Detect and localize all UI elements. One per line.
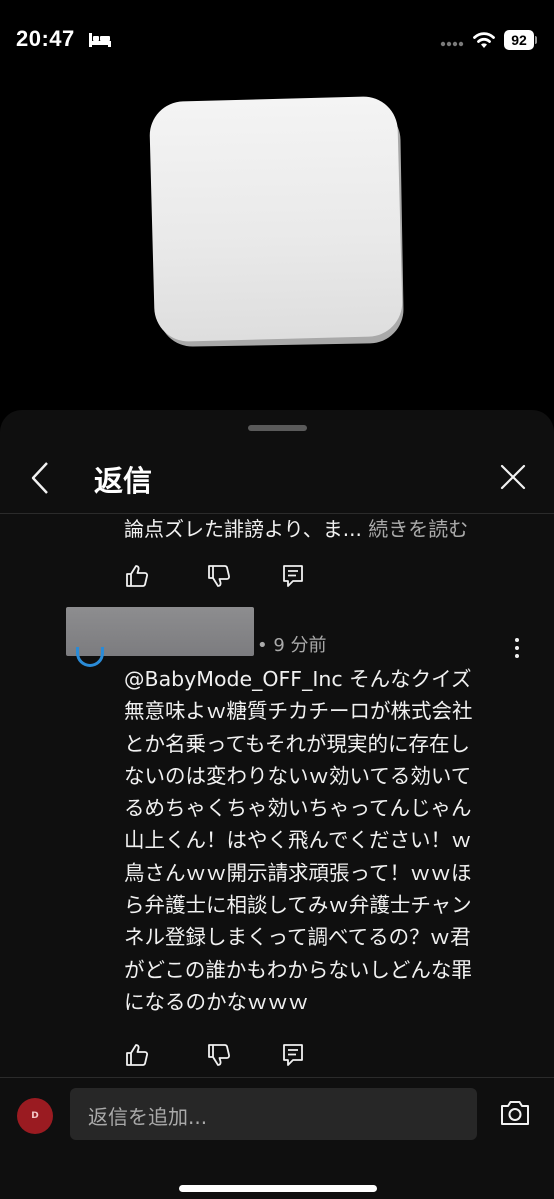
comment-line: がどこの誰かもわからないしどんな罪: [124, 957, 472, 982]
reply-icon[interactable]: [280, 1042, 306, 1068]
read-more-link[interactable]: 続きを読む: [368, 517, 468, 541]
previous-comment-actions: [124, 563, 324, 591]
comment-body: @BabyMode_OFF_Inc そんなクイズ 無意味よｗ糖質チカチーロが株式…: [124, 663, 514, 1018]
video-thumbnail: [148, 95, 404, 343]
screen: 20:47 92 返信 論点ズレた誹謗より、ま... 続きを読む • 9 分前 …: [0, 0, 554, 1199]
close-icon[interactable]: [498, 462, 528, 492]
comment-timestamp: • 9 分前: [257, 635, 327, 656]
dislike-icon[interactable]: [206, 1042, 232, 1068]
comment-line: になるのかなｗｗｗ: [124, 989, 309, 1014]
drag-handle[interactable]: [248, 425, 307, 431]
battery-nub: [535, 36, 537, 44]
comment-line: 山上くん！はやく飛んでください！ｗ: [124, 828, 472, 853]
back-icon[interactable]: [26, 460, 56, 496]
comment-line: るめちゃくちゃ効いちゃってんじゃん: [124, 796, 472, 821]
bed-icon: [89, 33, 111, 47]
video-player[interactable]: [0, 80, 554, 410]
wifi-icon: [473, 32, 495, 48]
comment-line: ネル登録しまくって調べてるの？ｗ君: [124, 925, 471, 950]
comment-line: @BabyMode_OFF_Inc そんなクイズ: [124, 667, 472, 691]
sheet-title: 返信: [94, 464, 153, 498]
replies-list: 論点ズレた誹謗より、ま... 続きを読む • 9 分前 @BabyMode_OF…: [0, 515, 554, 1075]
more-options-icon[interactable]: [513, 636, 521, 660]
camera-icon[interactable]: [499, 1099, 531, 1127]
reply-input-bar: D 返信を追加...: [0, 1077, 554, 1199]
comment-line: ないのは変わりないｗ効いてる効いて: [124, 763, 472, 788]
comment-line: 無意味よｗ糖質チカチーロが株式会社: [124, 699, 473, 724]
comment-line: 鳥さんｗｗ開示請求頑張って！ｗｗほ: [124, 860, 472, 885]
comment-actions: [124, 1042, 324, 1070]
previous-comment-text: 論点ズレた誹謗より、ま... 続きを読む: [124, 515, 468, 542]
comment-line: とか名乗ってもそれが現実的に存在し: [124, 731, 471, 756]
status-time: 20:47: [16, 26, 75, 51]
comment-line: ら弁護士に相談してみｗ弁護士チャン: [124, 893, 472, 918]
sheet-header: 返信: [0, 442, 554, 514]
like-icon[interactable]: [124, 1042, 150, 1068]
reply-icon[interactable]: [280, 563, 306, 589]
like-icon[interactable]: [124, 563, 150, 589]
my-avatar[interactable]: D: [17, 1098, 53, 1134]
battery-icon: 92: [504, 30, 534, 50]
dislike-icon[interactable]: [206, 563, 232, 589]
avatar[interactable]: [76, 647, 104, 667]
previous-comment-body: 論点ズレた誹謗より、ま...: [124, 517, 362, 541]
status-bar: 20:47 92: [0, 0, 554, 80]
home-indicator: [179, 1185, 377, 1192]
signal-dots-icon: [440, 41, 464, 47]
replies-sheet: 返信 論点ズレた誹謗より、ま... 続きを読む • 9 分前 @BabyMode…: [0, 410, 554, 1199]
reply-input-placeholder: 返信を追加...: [88, 1105, 208, 1129]
